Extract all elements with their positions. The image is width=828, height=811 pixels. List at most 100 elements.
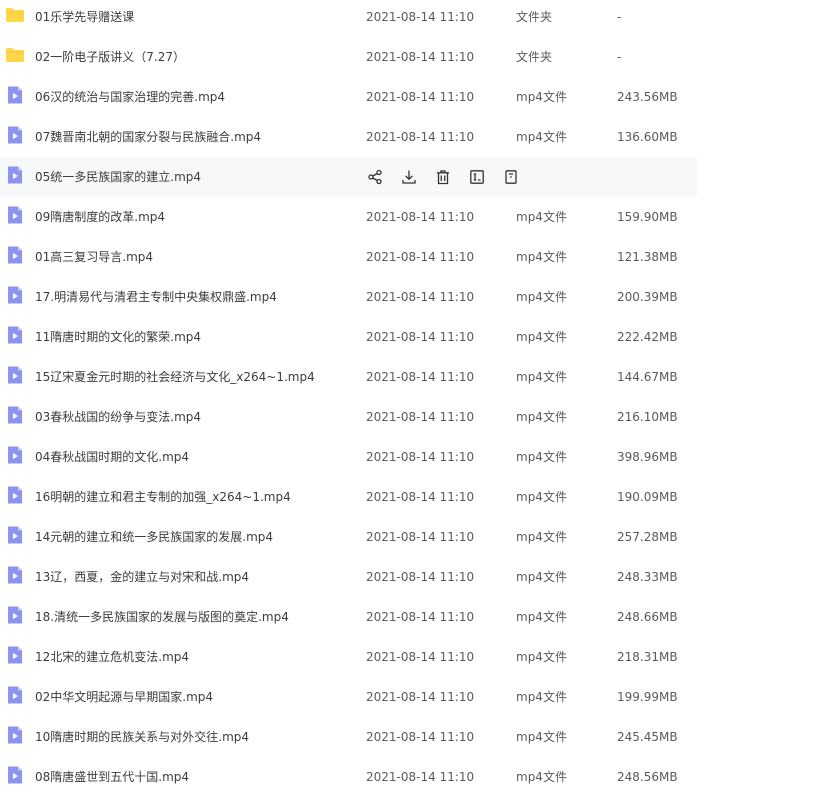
file-name[interactable]: 02一阶电子版讲义（7.27）	[35, 37, 185, 77]
video-file-icon	[5, 205, 25, 225]
video-file-icon	[5, 125, 25, 145]
file-type: mp4文件	[516, 130, 567, 144]
trash-icon	[435, 169, 451, 185]
file-size: 248.66MB	[617, 610, 678, 624]
video-file-icon	[5, 365, 25, 385]
video-file-icon	[5, 605, 25, 625]
video-file-icon	[5, 405, 25, 425]
file-date: 2021-08-14 11:10	[366, 610, 475, 624]
download-button[interactable]	[400, 168, 418, 186]
file-date: 2021-08-14 11:10	[366, 570, 475, 584]
video-file-icon	[5, 325, 25, 345]
file-type: 文件夹	[516, 50, 553, 64]
file-type: mp4文件	[516, 450, 567, 464]
file-name[interactable]: 05统一多民族国家的建立.mp4	[35, 157, 201, 197]
file-name[interactable]: 08隋唐盛世到五代十国.mp4	[35, 757, 189, 797]
file-row[interactable]: 08隋唐盛世到五代十国.mp4 2021-08-14 11:10 mp4文件 248.…	[0, 757, 697, 797]
file-row[interactable]: 10隋唐时期的民族关系与对外交往.mp4 2021-08-14 11:10 mp4文…	[0, 717, 697, 757]
file-row[interactable]: 13辽，西夏，金的建立与对宋和战.mp4 2021-08-14 11:10 mp4文…	[0, 557, 697, 597]
file-type: mp4文件	[516, 370, 567, 384]
file-size: 248.56MB	[617, 770, 678, 784]
file-size: 398.96MB	[617, 450, 678, 464]
file-date: 2021-08-14 11:10	[366, 410, 475, 424]
file-type: mp4文件	[516, 610, 567, 624]
file-date: 2021-08-14 11:10	[366, 250, 475, 264]
file-name[interactable]: 17.明清易代与清君主专制中央集权鼎盛.mp4	[35, 277, 277, 317]
file-size: 222.42MB	[617, 330, 678, 344]
file-row[interactable]: 02中华文明起源与早期国家.mp4 2021-08-14 11:10 mp4文件 19…	[0, 677, 697, 717]
file-date: 2021-08-14 11:10	[366, 210, 475, 224]
file-row[interactable]: 18.清统一多民族国家的发展与版图的奠定.mp4 2021-08-14 11:10…	[0, 597, 697, 637]
file-name[interactable]: 13辽，西夏，金的建立与对宋和战.mp4	[35, 557, 249, 597]
file-type: mp4文件	[516, 330, 567, 344]
file-name[interactable]: 01高三复习导言.mp4	[35, 237, 153, 277]
file-row[interactable]: 07魏晋南北朝的国家分裂与民族融合.mp4 2021-08-14 11:10 mp4…	[0, 117, 697, 157]
file-date: 2021-08-14 11:10	[366, 690, 475, 704]
file-name[interactable]: 01乐学先导赠送课	[35, 0, 134, 37]
file-row[interactable]: 05统一多民族国家的建立.mp4	[0, 157, 697, 197]
file-date: 2021-08-14 11:10	[366, 10, 475, 24]
share-button[interactable]	[366, 168, 384, 186]
file-type: mp4文件	[516, 530, 567, 544]
video-file-icon	[5, 645, 25, 665]
file-row[interactable]: 09隋唐制度的改革.mp4 2021-08-14 11:10 mp4文件 159.90…	[0, 197, 697, 237]
file-date: 2021-08-14 11:10	[366, 450, 475, 464]
file-row[interactable]: 06汉的统治与国家治理的完善.mp4 2021-08-14 11:10 mp4文件 2…	[0, 77, 697, 117]
file-row[interactable]: 11隋唐时期的文化的繁荣.mp4 2021-08-14 11:10 mp4文件 222…	[0, 317, 697, 357]
file-size: 243.56MB	[617, 90, 678, 104]
file-name[interactable]: 11隋唐时期的文化的繁荣.mp4	[35, 317, 201, 357]
file-date: 2021-08-14 11:10	[366, 490, 475, 504]
file-row[interactable]: 14元朝的建立和统一多民族国家的发展.mp4 2021-08-14 11:10 mp…	[0, 517, 697, 557]
file-size: 257.28MB	[617, 530, 678, 544]
file-name[interactable]: 09隋唐制度的改革.mp4	[35, 197, 165, 237]
file-name[interactable]: 12北宋的建立危机变法.mp4	[35, 637, 189, 677]
file-type: mp4文件	[516, 730, 567, 744]
file-list: 01乐学先导赠送课 2021-08-14 11:10 文件夹 -02一阶电子版讲义（7…	[0, 0, 697, 797]
file-size: 121.38MB	[617, 250, 678, 264]
file-type: 文件夹	[516, 10, 553, 24]
video-file-icon	[5, 725, 25, 745]
file-date: 2021-08-14 11:10	[366, 330, 475, 344]
file-size: 245.45MB	[617, 730, 678, 744]
file-name[interactable]: 10隋唐时期的民族关系与对外交往.mp4	[35, 717, 249, 757]
file-type: mp4文件	[516, 490, 567, 504]
file-row[interactable]: 01乐学先导赠送课 2021-08-14 11:10 文件夹 -	[0, 0, 697, 37]
file-row[interactable]: 03春秋战国的纷争与变法.mp4 2021-08-14 11:10 mp4文件 216…	[0, 397, 697, 437]
file-name[interactable]: 14元朝的建立和统一多民族国家的发展.mp4	[35, 517, 273, 557]
file-name[interactable]: 06汉的统治与国家治理的完善.mp4	[35, 77, 225, 117]
video-file-icon	[5, 165, 25, 185]
video-file-icon	[5, 685, 25, 705]
delete-button[interactable]	[434, 168, 452, 186]
more-button[interactable]	[502, 168, 520, 186]
file-date: 2021-08-14 11:10	[366, 50, 475, 64]
file-size: 218.31MB	[617, 650, 678, 664]
file-date: 2021-08-14 11:10	[366, 130, 475, 144]
file-name[interactable]: 07魏晋南北朝的国家分裂与民族融合.mp4	[35, 117, 261, 157]
file-date: 2021-08-14 11:10	[366, 370, 475, 384]
video-file-icon	[5, 245, 25, 265]
file-name[interactable]: 15辽宋夏金元时期的社会经济与文化_x264~1.mp4	[35, 357, 315, 397]
file-row[interactable]: 01高三复习导言.mp4 2021-08-14 11:10 mp4文件 121.38M…	[0, 237, 697, 277]
file-row[interactable]: 04春秋战国时期的文化.mp4 2021-08-14 11:10 mp4文件 398.…	[0, 437, 697, 477]
file-name[interactable]: 04春秋战国时期的文化.mp4	[35, 437, 189, 477]
file-type: mp4文件	[516, 250, 567, 264]
rename-icon	[469, 169, 485, 185]
rename-button[interactable]	[468, 168, 486, 186]
file-row[interactable]: 17.明清易代与清君主专制中央集权鼎盛.mp4 2021-08-14 11:10 m…	[0, 277, 697, 317]
file-size: 159.90MB	[617, 210, 678, 224]
file-row[interactable]: 15辽宋夏金元时期的社会经济与文化_x264~1.mp4 2021-08-14 1…	[0, 357, 697, 397]
file-name[interactable]: 18.清统一多民族国家的发展与版图的奠定.mp4	[35, 597, 289, 637]
file-name[interactable]: 02中华文明起源与早期国家.mp4	[35, 677, 213, 717]
file-name[interactable]: 03春秋战国的纷争与变法.mp4	[35, 397, 201, 437]
file-date: 2021-08-14 11:10	[366, 290, 475, 304]
video-file-icon	[5, 525, 25, 545]
file-date: 2021-08-14 11:10	[366, 530, 475, 544]
file-row[interactable]: 02一阶电子版讲义（7.27） 2021-08-14 11:10 文件夹 -	[0, 37, 697, 77]
file-row[interactable]: 16明朝的建立和君主专制的加强_x264~1.mp4 2021-08-14 11:…	[0, 477, 697, 517]
file-type: mp4文件	[516, 770, 567, 784]
file-row[interactable]: 12北宋的建立危机变法.mp4 2021-08-14 11:10 mp4文件 218.…	[0, 637, 697, 677]
video-file-icon	[5, 565, 25, 585]
file-name[interactable]: 16明朝的建立和君主专制的加强_x264~1.mp4	[35, 477, 291, 517]
row-actions	[366, 168, 520, 186]
file-type: mp4文件	[516, 290, 567, 304]
